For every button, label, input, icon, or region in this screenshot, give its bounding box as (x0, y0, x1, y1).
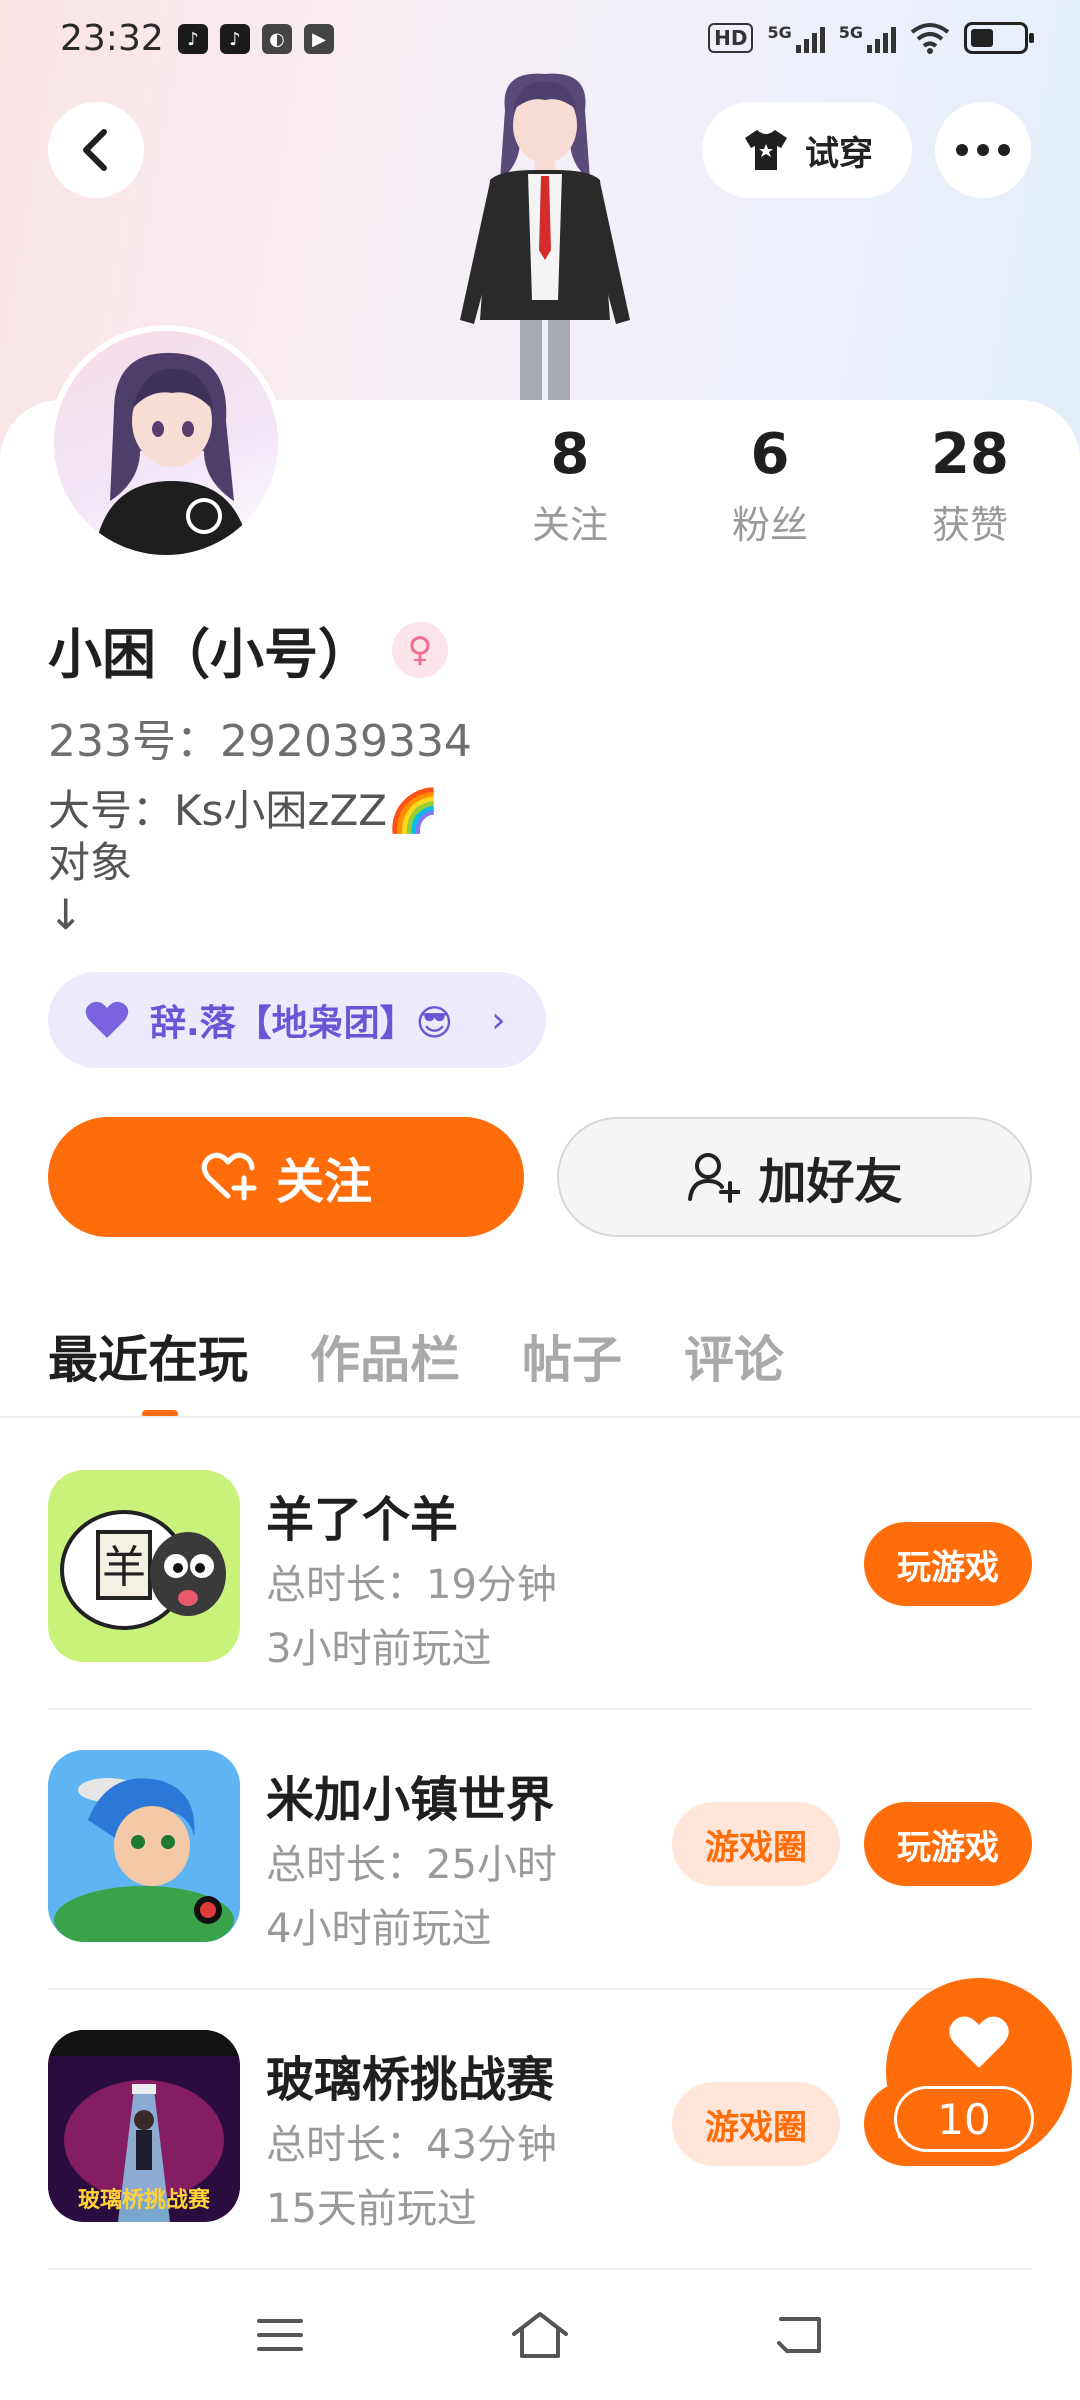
video-notification-icon: ▶ (304, 24, 334, 54)
profile-tabs: 最近在玩 作品栏 帖子 评论 (48, 1320, 784, 1392)
name-row: 小困（小号） ♀ (48, 610, 448, 689)
user-id: 233号：292039334 (48, 716, 472, 767)
back-button[interactable] (48, 102, 144, 198)
avatar[interactable] (48, 325, 284, 561)
try-on-label: 试穿 (805, 133, 873, 174)
add-user-icon (688, 1153, 741, 1203)
status-notification-icons: ♪ ♪ ◐ ▶ (178, 24, 334, 54)
stat-followers[interactable]: 6 粉丝 (690, 420, 850, 549)
add-friend-button[interactable]: 加好友 (557, 1117, 1032, 1237)
game-icon-miga-town[interactable] (48, 1750, 240, 1942)
back-icon (777, 2317, 821, 2353)
tiktok-icon: ♪ (220, 24, 250, 54)
recent-apps-button[interactable] (240, 2295, 320, 2375)
game-last-played: 4小时前玩过 (266, 1906, 492, 1952)
avatar-image (54, 331, 278, 555)
wifi-icon (910, 23, 950, 54)
game-total-time: 总时长：25小时 (266, 1842, 557, 1888)
menu-icon (257, 2319, 303, 2351)
heart-icon (949, 2016, 1009, 2068)
tabs-divider (0, 1416, 1080, 1418)
home-icon (512, 2312, 568, 2358)
like-count: 10 (894, 2086, 1034, 2152)
stat-value: 28 (931, 422, 1009, 487)
guild-label: 辞.落【地枭团】😎 (150, 1003, 454, 1044)
stat-label: 获赞 (931, 503, 1008, 547)
game-list-item[interactable]: 米加小镇世界 总时长：25小时 4小时前玩过 游戏圈 玩游戏 (48, 1710, 1032, 1990)
tab-comments[interactable]: 评论 (684, 1320, 784, 1392)
stat-value: 8 (550, 422, 590, 487)
guild-badge[interactable]: 辞.落【地枭团】😎 › (48, 972, 546, 1068)
stat-label: 粉丝 (731, 503, 808, 547)
status-time: 23:32 (60, 18, 164, 59)
heart-icon (85, 1001, 129, 1038)
game-title[interactable]: 玻璃桥挑战赛 (266, 2040, 554, 2110)
game-title[interactable]: 羊了个羊 (266, 1480, 458, 1550)
profile-page: 23:32 ♪ ♪ ◐ ▶ HD 5G 5G 试穿 8 关注 6 粉丝 28 获… (0, 0, 1080, 2400)
stat-following[interactable]: 8 关注 (490, 420, 650, 549)
game-total-time: 总时长：43分钟 (266, 2122, 557, 2168)
female-icon: ♀ (392, 621, 448, 678)
heart-plus-icon (201, 1152, 257, 1201)
game-list-item[interactable]: 玻璃桥挑战赛 玻璃桥挑战赛 总时长：43分钟 15天前玩过 游戏圈 玩游戏 (48, 1990, 1032, 2270)
game-circle-button[interactable]: 游戏圈 (672, 1802, 840, 1886)
profile-stats: 8 关注 6 粉丝 28 获赞 (490, 420, 1050, 549)
game-icon-caption: 玻璃桥挑战赛 (77, 2188, 210, 2213)
stat-value: 6 (750, 422, 790, 487)
follow-label: 关注 (275, 1154, 372, 1210)
home-button[interactable] (500, 2295, 580, 2375)
stat-label: 关注 (531, 503, 608, 547)
more-options-button[interactable] (935, 102, 1031, 198)
svg-text:羊: 羊 (102, 1542, 146, 1593)
avatar-3d-figure[interactable] (420, 70, 670, 410)
game-circle-button[interactable]: 游戏圈 (672, 2082, 840, 2166)
game-icon-sheep[interactable]: 羊 (48, 1470, 240, 1662)
more-icon (956, 144, 1010, 156)
try-on-button[interactable]: 试穿 (702, 102, 912, 198)
hd-icon: HD (708, 23, 754, 53)
chevron-left-icon (83, 129, 107, 171)
user-bio: 大号：Ks小困zZZ🌈 对象 ↓ (48, 786, 440, 939)
game-last-played: 3小时前玩过 (266, 1626, 492, 1672)
user-name: 小困（小号） (48, 623, 372, 686)
battery-icon (964, 22, 1034, 54)
play-game-button[interactable]: 玩游戏 (864, 1802, 1032, 1886)
chevron-right-icon: › (491, 999, 506, 1041)
play-game-button[interactable]: 玩游戏 (864, 1522, 1032, 1606)
back-nav-button[interactable] (760, 2295, 840, 2375)
tiktok-lite-icon: ♪ (178, 24, 208, 54)
add-friend-label: 加好友 (758, 1154, 903, 1210)
follow-button[interactable]: 关注 (48, 1117, 524, 1237)
game-icon-glass-bridge[interactable]: 玻璃桥挑战赛 (48, 2030, 240, 2222)
app-notification-icon: ◐ (262, 24, 292, 54)
signal-icon-1: 5G (767, 23, 825, 53)
game-list-item[interactable]: 羊 羊了个羊 总时长：19分钟 3小时前玩过 玩游戏 (48, 1430, 1032, 1710)
tab-recently-played[interactable]: 最近在玩 (48, 1320, 248, 1392)
stat-likes[interactable]: 28 获赞 (890, 420, 1050, 549)
tab-works[interactable]: 作品栏 (310, 1320, 460, 1392)
tab-posts[interactable]: 帖子 (522, 1320, 622, 1392)
system-navigation-bar (0, 2270, 1080, 2400)
game-title[interactable]: 米加小镇世界 (266, 1760, 554, 1830)
signal-icon-2: 5G (839, 23, 896, 53)
status-system-icons: HD 5G 5G (708, 22, 1034, 54)
game-last-played: 15天前玩过 (266, 2186, 477, 2232)
tshirt-icon (745, 130, 787, 170)
game-total-time: 总时长：19分钟 (266, 1562, 557, 1608)
